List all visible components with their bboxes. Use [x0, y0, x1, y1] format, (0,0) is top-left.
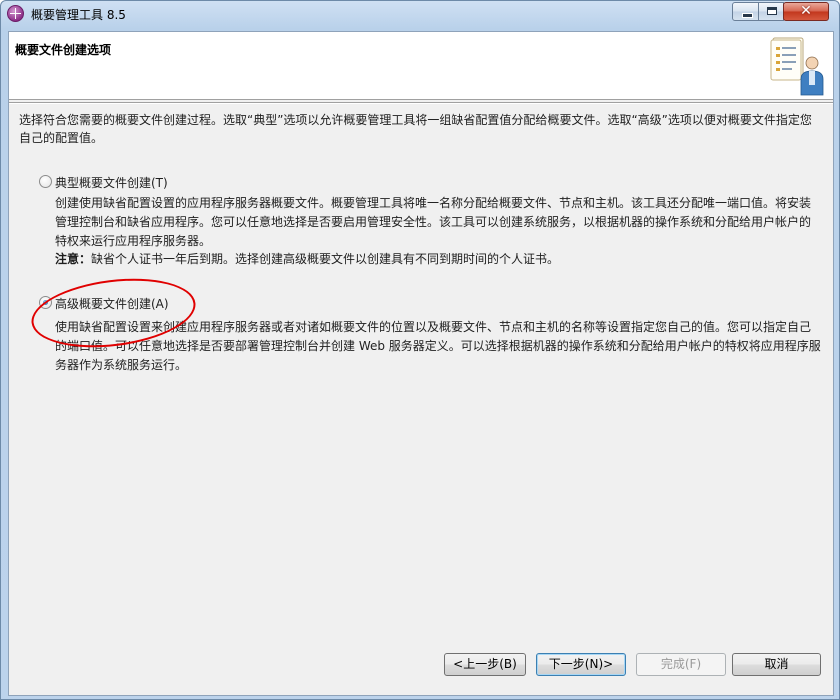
document-with-user-icon — [770, 37, 824, 96]
dialog-window: 概要管理工具 8.5 ✕ 概要文件创建选项 选择符合您需要的概要文件创建过程。选… — [0, 0, 840, 700]
typical-label[interactable]: 典型概要文件创建(T) — [55, 174, 168, 191]
intro-text: 选择符合您需要的概要文件创建过程。选取“典型”选项以允许概要管理工具将一组缺省配… — [19, 113, 812, 145]
close-icon: ✕ — [800, 3, 812, 19]
page-title: 概要文件创建选项 — [15, 43, 112, 57]
minimize-icon — [742, 13, 753, 18]
cancel-button[interactable]: 取消 — [732, 653, 821, 676]
typical-radio[interactable] — [39, 175, 52, 188]
window-title: 概要管理工具 8.5 — [31, 8, 126, 22]
wizard-banner: 概要文件创建选项 — [9, 32, 833, 100]
banner-separator — [9, 102, 833, 104]
maximize-button[interactable] — [758, 2, 784, 21]
maximize-icon — [767, 7, 777, 15]
typical-description: 创建使用缺省配置设置的应用程序服务器概要文件。概要管理工具将唯一名称分配给概要文… — [55, 196, 812, 248]
note-text: 缺省个人证书一年后到期。选择创建高级概要文件以创建具有不同到期时间的个人证书。 — [91, 252, 560, 266]
next-button[interactable]: 下一步(N)> — [536, 653, 626, 676]
app-logo-icon — [7, 5, 24, 22]
note-label: 注意： — [55, 252, 92, 266]
back-button[interactable]: <上一步(B) — [444, 653, 526, 676]
minimize-button[interactable] — [732, 2, 759, 21]
title-bar[interactable]: 概要管理工具 8.5 ✕ — [1, 1, 839, 27]
typical-note: 注意：缺省个人证书一年后到期。选择创建高级概要文件以创建具有不同到期时间的个人证… — [55, 250, 821, 269]
wizard-body: 概要文件创建选项 选择符合您需要的概要文件创建过程。选取“典型”选项以允许概要管… — [8, 31, 834, 696]
close-button[interactable]: ✕ — [783, 2, 829, 21]
finish-button: 完成(F) — [636, 653, 726, 676]
